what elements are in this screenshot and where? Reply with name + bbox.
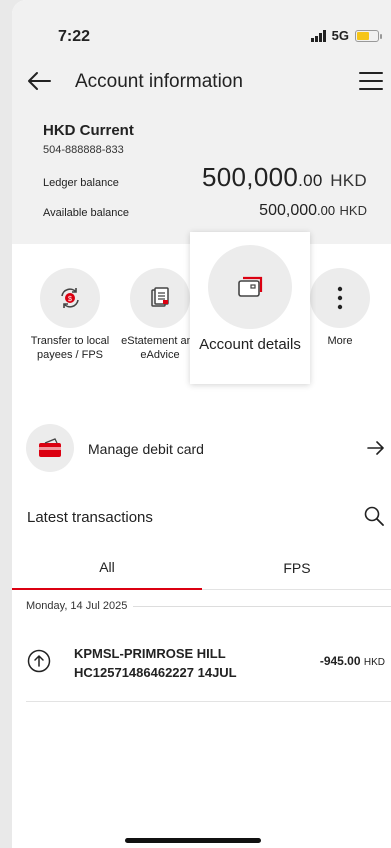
status-time: 7:22 [58, 28, 91, 45]
transaction-description: KPMSL-PRIMROSE HILL HC12571486462227 14J… [74, 646, 237, 680]
svg-text:$: $ [68, 296, 72, 303]
outgoing-arrow-icon [27, 649, 51, 673]
manage-debit-card-row[interactable]: Manage debit card [12, 420, 391, 476]
arrow-right-icon [367, 441, 384, 455]
available-balance-value: 500,000.00 HKD [259, 202, 367, 219]
date-group-header: Monday, 14 Jul 2025 [26, 600, 391, 612]
account-summary-panel: 7:22 5G Account information HKD Current … [12, 0, 391, 244]
transfer-icon: $ [40, 268, 100, 328]
back-arrow-icon[interactable] [24, 66, 54, 96]
account-details-label: Account details [199, 336, 301, 353]
ledger-balance-label: Ledger balance [43, 177, 119, 189]
account-details-icon [208, 245, 292, 329]
home-indicator[interactable] [125, 838, 261, 843]
debit-card-icon [26, 424, 74, 472]
battery-icon [355, 29, 382, 42]
transfer-fps-label: Transfer to local payees / FPS [30, 335, 110, 361]
transaction-row[interactable]: KPMSL-PRIMROSE HILL HC12571486462227 14J… [26, 642, 391, 702]
transaction-tabs: All FPS [12, 546, 391, 590]
divider [133, 605, 391, 607]
account-details-button[interactable]: Account details [190, 232, 310, 384]
account-name: HKD Current [43, 122, 134, 139]
more-vertical-icon [310, 268, 370, 328]
search-icon[interactable] [363, 505, 385, 527]
available-balance-label: Available balance [43, 207, 130, 219]
manage-debit-card-label: Manage debit card [88, 441, 204, 457]
transaction-amount: -945.00 HKD [319, 654, 385, 668]
status-indicators: 5G [310, 28, 382, 43]
more-button[interactable]: More [300, 268, 380, 348]
latest-transactions-title: Latest transactions [27, 509, 153, 526]
app-screen: 7:22 5G Account information HKD Current … [12, 0, 391, 848]
tab-fps[interactable]: FPS [202, 546, 391, 590]
transfer-fps-button[interactable]: $ Transfer to local payees / FPS [30, 268, 110, 362]
hamburger-menu-icon[interactable] [357, 68, 385, 94]
ledger-balance-value: 500,000.00 HKD [202, 162, 367, 192]
more-label: More [327, 335, 353, 347]
signal-icon [310, 29, 326, 42]
network-type: 5G [331, 28, 349, 43]
document-icon [130, 268, 190, 328]
estatement-label: eStatement and eAdvice [121, 335, 199, 361]
date-label: Monday, 14 Jul 2025 [26, 600, 128, 612]
page-title: Account information [75, 71, 243, 92]
tab-all[interactable]: All [12, 546, 202, 590]
estatement-button[interactable]: eStatement and eAdvice [120, 268, 200, 362]
account-number: 504-888888-833 [43, 144, 124, 156]
